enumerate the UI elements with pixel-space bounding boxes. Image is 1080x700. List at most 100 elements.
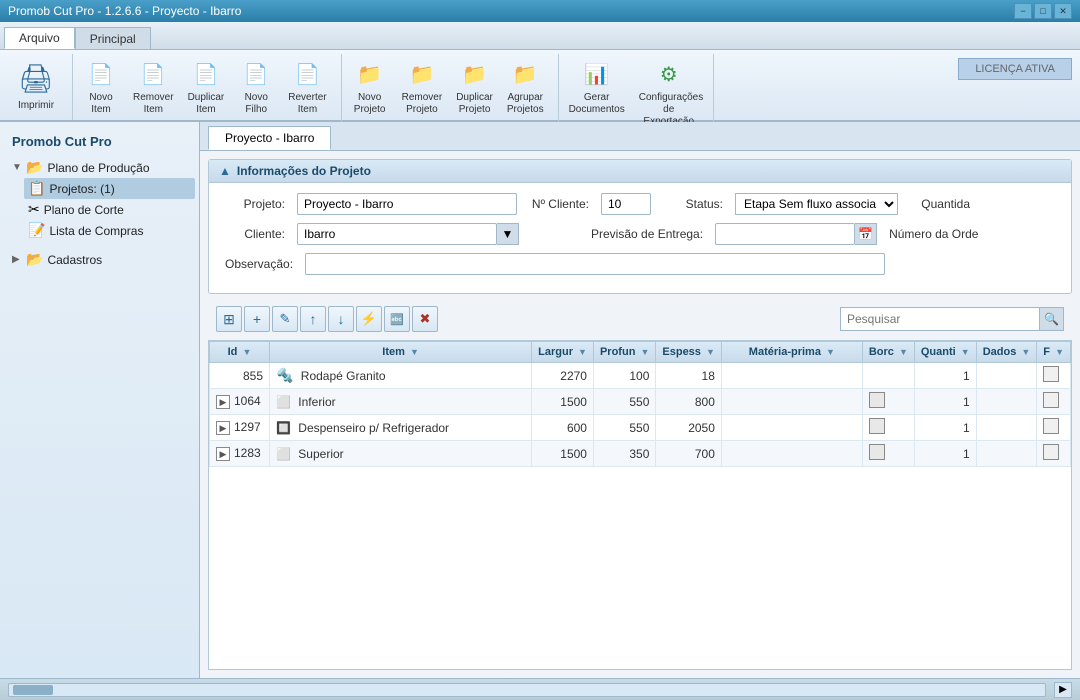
horizontal-scrollbar[interactable] bbox=[8, 683, 1046, 697]
cell-largura: 2270 bbox=[532, 363, 594, 389]
reverter-item-label: ReverterItem bbox=[288, 92, 326, 116]
observacao-input[interactable] bbox=[305, 253, 885, 275]
col-dados[interactable]: Dados ▼ bbox=[976, 342, 1037, 363]
novo-filho-label: NovoFilho bbox=[245, 92, 268, 116]
cell-f bbox=[1037, 441, 1071, 467]
col-item[interactable]: Item ▼ bbox=[270, 342, 532, 363]
menu-bar: Arquivo Principal bbox=[0, 22, 1080, 50]
f-checkbox[interactable] bbox=[1043, 444, 1059, 460]
imprimir-button[interactable]: 🖨 Imprimir bbox=[8, 54, 64, 116]
scroll-right-btn[interactable]: ▶ bbox=[1054, 682, 1072, 698]
sidebar-item-lista-compras[interactable]: 📝 Lista de Compras bbox=[24, 220, 195, 241]
projetos-label: Projetos: (1) bbox=[49, 182, 114, 196]
duplicar-item-icon: 📄 bbox=[190, 58, 222, 90]
borc-cell bbox=[869, 444, 885, 460]
move-down-btn[interactable]: ↓ bbox=[328, 306, 354, 332]
app-title: Promob Cut Pro - 1.2.6.6 - Proyecto - Ib… bbox=[8, 4, 241, 18]
cell-espess: 800 bbox=[656, 389, 722, 415]
ribbon-status: LICENÇA ATIVA bbox=[958, 58, 1072, 80]
cliente-dropdown-btn[interactable]: ▼ bbox=[497, 223, 519, 245]
remover-item-button[interactable]: 📄 RemoverItem bbox=[127, 54, 180, 120]
sidebar-item-plano-producao[interactable]: ▼ 📂 Plano de Produção bbox=[8, 157, 195, 178]
sidebar-item-plano-corte[interactable]: ✂ Plano de Corte bbox=[24, 199, 195, 220]
content-tab-proyecto[interactable]: Proyecto - Ibarro bbox=[208, 126, 331, 150]
calendar-btn[interactable]: 📅 bbox=[855, 223, 877, 245]
reverter-item-button[interactable]: 📄 ReverterItem bbox=[282, 54, 332, 120]
borc-cell bbox=[869, 418, 885, 434]
novo-projeto-icon: 📁 bbox=[354, 58, 386, 90]
toggle-all-btn[interactable]: ⊞ bbox=[216, 306, 242, 332]
cell-profund: 550 bbox=[593, 389, 655, 415]
novo-filho-button[interactable]: 📄 NovoFilho bbox=[232, 54, 280, 120]
col-espess[interactable]: Espess ▼ bbox=[656, 342, 722, 363]
expand-button[interactable]: ▶ bbox=[216, 395, 230, 409]
cell-espess: 700 bbox=[656, 441, 722, 467]
col-f[interactable]: F ▼ bbox=[1037, 342, 1071, 363]
col-borc[interactable]: Borc ▼ bbox=[862, 342, 914, 363]
cell-espess: 18 bbox=[656, 363, 722, 389]
cell-quant: 1 bbox=[914, 415, 976, 441]
no-cliente-label: Nº Cliente: bbox=[529, 197, 589, 211]
sort-btn[interactable]: 🔤 bbox=[384, 306, 410, 332]
f-checkbox[interactable] bbox=[1043, 418, 1059, 434]
cell-materia bbox=[721, 441, 862, 467]
search-input[interactable] bbox=[840, 307, 1040, 331]
borc-cell bbox=[869, 392, 885, 408]
date-input-wrap: 📅 bbox=[715, 223, 877, 245]
cliente-input[interactable] bbox=[297, 223, 497, 245]
remover-projeto-button[interactable]: 📁 RemoverProjeto bbox=[396, 54, 449, 120]
agrupar-projetos-button[interactable]: 📁 AgruparProjetos bbox=[501, 54, 550, 120]
search-button[interactable]: 🔍 bbox=[1040, 307, 1064, 331]
no-cliente-input[interactable] bbox=[601, 193, 651, 215]
agrupar-projetos-label: AgruparProjetos bbox=[507, 92, 544, 116]
observacao-label: Observação: bbox=[225, 257, 293, 271]
filter-btn[interactable]: ⚡ bbox=[356, 306, 382, 332]
edit-btn[interactable]: ✎ bbox=[272, 306, 298, 332]
previsao-input[interactable] bbox=[715, 223, 855, 245]
col-materia[interactable]: Matéria-prima ▼ bbox=[721, 342, 862, 363]
f-checkbox[interactable] bbox=[1043, 366, 1059, 382]
table-row: 855 🔩 Rodapé Granito 2270 100 18 1 bbox=[210, 363, 1071, 389]
gerar-documentos-label: GerarDocumentos bbox=[569, 92, 625, 116]
lista-compras-icon: 📝 bbox=[28, 222, 45, 239]
gerar-documentos-button[interactable]: 📊 GerarDocumentos bbox=[563, 54, 631, 120]
col-id[interactable]: Id ▼ bbox=[210, 342, 270, 363]
sidebar: Promob Cut Pro ▼ 📂 Plano de Produção 📋 P… bbox=[0, 122, 200, 678]
close-button[interactable]: ✕ bbox=[1054, 3, 1072, 19]
cell-f bbox=[1037, 363, 1071, 389]
item-icon: ⬜ bbox=[276, 395, 291, 409]
grid-body: 855 🔩 Rodapé Granito 2270 100 18 1 bbox=[210, 363, 1071, 467]
plano-producao-children: 📋 Projetos: (1) ✂ Plano de Corte 📝 Lista… bbox=[8, 178, 195, 241]
duplicar-item-button[interactable]: 📄 DuplicarItem bbox=[182, 54, 231, 120]
expand-button[interactable]: ▶ bbox=[216, 421, 230, 435]
status-select[interactable]: Etapa Sem fluxo associa bbox=[735, 193, 898, 215]
col-profund[interactable]: Profun ▼ bbox=[593, 342, 655, 363]
f-checkbox[interactable] bbox=[1043, 392, 1059, 408]
sidebar-item-cadastros[interactable]: ▶ 📂 Cadastros bbox=[8, 249, 195, 270]
novo-projeto-button[interactable]: 📁 NovoProjeto bbox=[346, 54, 394, 120]
sidebar-item-projetos[interactable]: 📋 Projetos: (1) bbox=[24, 178, 195, 199]
cell-f bbox=[1037, 389, 1071, 415]
cell-borc bbox=[862, 441, 914, 467]
data-grid: Id ▼ Item ▼ Largur ▼ Profun ▼ Espess ▼ M… bbox=[208, 340, 1072, 670]
col-largura[interactable]: Largur ▼ bbox=[532, 342, 594, 363]
expand-button[interactable]: ▶ bbox=[216, 447, 230, 461]
col-quant[interactable]: Quanti ▼ bbox=[914, 342, 976, 363]
plano-corte-label: Plano de Corte bbox=[44, 203, 124, 217]
menu-tab-arquivo[interactable]: Arquivo bbox=[4, 27, 75, 49]
maximize-button[interactable]: □ bbox=[1034, 3, 1052, 19]
novo-item-button[interactable]: 📄 NovoItem bbox=[77, 54, 125, 120]
minimize-button[interactable]: − bbox=[1014, 3, 1032, 19]
menu-tab-principal[interactable]: Principal bbox=[75, 27, 151, 49]
add-btn[interactable]: + bbox=[244, 306, 270, 332]
move-up-btn[interactable]: ↑ bbox=[300, 306, 326, 332]
configuracoes-button[interactable]: ⚙ Configuraçõesde Exportação bbox=[633, 54, 705, 132]
content-tab-label: Proyecto - Ibarro bbox=[225, 131, 314, 145]
duplicar-projeto-button[interactable]: 📁 DuplicarProjeto bbox=[450, 54, 499, 120]
table-row: ▶1297 🔲 Despenseiro p/ Refrigerador 600 … bbox=[210, 415, 1071, 441]
cell-largura: 1500 bbox=[532, 441, 594, 467]
section-header[interactable]: ▲ Informações do Projeto bbox=[209, 160, 1071, 183]
projeto-input[interactable] bbox=[297, 193, 517, 215]
clear-filter-btn[interactable]: ✖ bbox=[412, 306, 438, 332]
print-icon: 🖨 bbox=[16, 58, 56, 98]
